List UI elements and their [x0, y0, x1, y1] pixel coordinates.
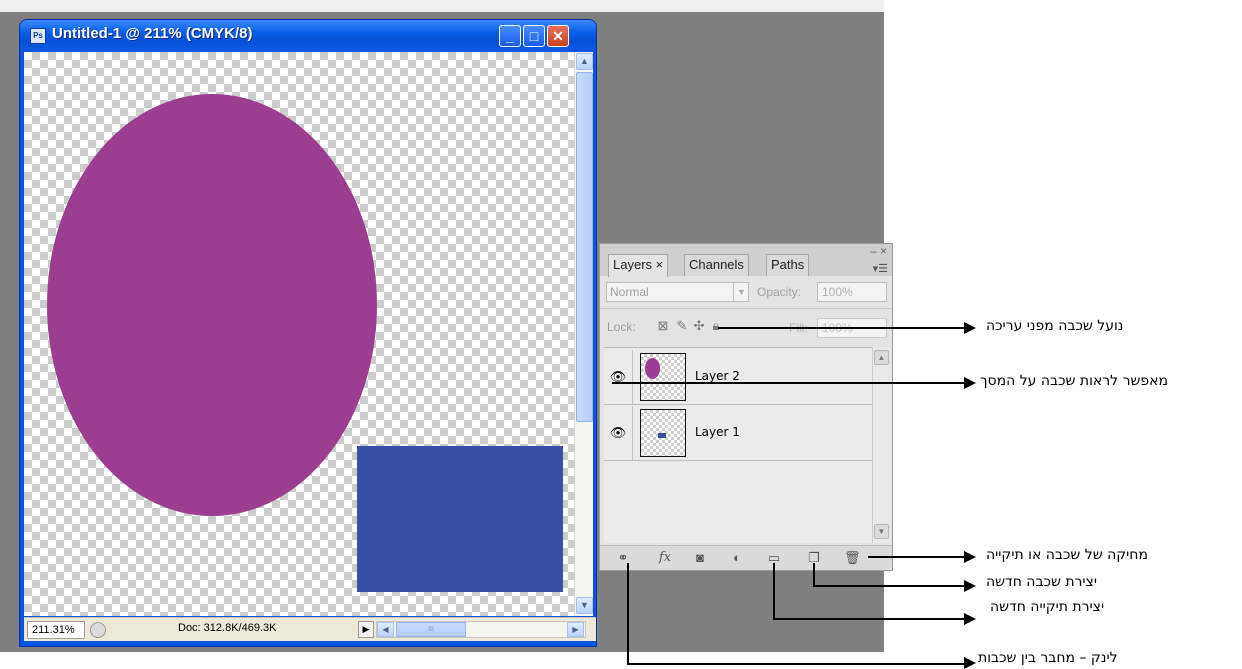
tab-paths[interactable]: Paths	[766, 254, 810, 276]
lock-transparency-icon[interactable]: ⊠	[655, 318, 671, 334]
doc-size-info: Doc: 312.8K/469.3K	[178, 622, 277, 634]
link-layers-icon[interactable]: ⚭	[612, 550, 634, 566]
tab-layers[interactable]: Layers ×	[608, 254, 669, 277]
screenshot-stage: Ps Untitled-1 @ 211% (CMYK/8) _ □ ✕ ▲ ▼ …	[0, 0, 1242, 669]
opacity-label: Opacity:	[757, 285, 802, 299]
vertical-scrollbar[interactable]: ▲ ▼	[574, 52, 593, 616]
layer-name[interactable]: Layer 2	[695, 369, 740, 383]
status-menu-arrow-icon[interactable]: ▶	[358, 621, 374, 638]
tab-channels[interactable]: Channels	[684, 254, 749, 276]
callout-new-layer: יצירת שכבה חדשה	[986, 574, 1097, 590]
callout-delete: מחיקה של שכבה או תיקייה	[986, 547, 1148, 563]
panel-divider	[600, 308, 892, 309]
trash-icon[interactable]: 🗑︎	[844, 550, 861, 566]
layers-scroll-down-icon[interactable]: ▼	[874, 524, 889, 539]
callout-line-new-folder-v	[773, 563, 775, 619]
adjustment-layer-icon[interactable]: ◐	[728, 550, 746, 566]
thumbnail-ellipse	[645, 358, 660, 379]
layers-scrollbar[interactable]: ▲ ▼	[872, 347, 890, 543]
top-strip	[0, 0, 884, 12]
layers-scroll-up-icon[interactable]: ▲	[874, 350, 889, 365]
close-button[interactable]: ✕	[547, 25, 569, 47]
layer-2-thumbnail	[640, 353, 686, 401]
purple-ellipse-shape	[47, 94, 377, 516]
document-canvas[interactable]	[24, 52, 574, 616]
callout-line-new-layer	[813, 585, 966, 587]
arrow-head-icon	[964, 377, 976, 389]
callout-new-folder: יצירת תיקייה חדשה	[990, 599, 1105, 615]
callout-lock: נועל שכבה מפני עריכה	[986, 318, 1124, 334]
scroll-down-icon[interactable]: ▼	[576, 597, 593, 614]
vertical-scroll-thumb[interactable]	[576, 72, 593, 422]
callout-line-new-layer-v	[813, 563, 815, 586]
lock-label: Lock:	[607, 320, 636, 334]
panel-menu-icon[interactable]: ▾☰	[873, 262, 888, 275]
blue-rectangle-shape	[357, 446, 563, 592]
arrow-head-icon	[964, 580, 976, 592]
blend-mode-dropdown-icon[interactable]: ▼	[733, 283, 749, 301]
callout-line-delete	[868, 556, 966, 558]
lock-brush-icon[interactable]: ✎	[674, 318, 690, 334]
row-separator	[632, 406, 633, 460]
scroll-up-icon[interactable]: ▲	[576, 53, 593, 70]
horizontal-scroll-thumb[interactable]: III	[396, 622, 466, 637]
layer-name[interactable]: Layer 1	[695, 425, 740, 439]
arrow-head-icon	[964, 551, 976, 563]
callout-link: לינק – מחבר בין שכבות	[978, 650, 1118, 666]
maximize-button[interactable]: □	[523, 25, 545, 47]
layer-row-layer-1[interactable]: 👁︎ Layer 1	[604, 406, 872, 461]
callout-line-new-folder	[773, 618, 966, 620]
add-mask-icon[interactable]: ◙	[692, 550, 708, 566]
layer-row-layer-2[interactable]: 👁︎ Layer 2	[604, 350, 872, 405]
panel-tab-bar: Layers × Channels Paths – × ▾☰	[600, 244, 892, 277]
zoom-level-field[interactable]: 211.31%	[27, 621, 85, 639]
eye-visibility-icon[interactable]: 👁︎	[606, 367, 630, 387]
layers-list: 👁︎ Layer 2 👁︎ Layer 1	[604, 347, 872, 543]
layer-1-thumbnail	[640, 409, 686, 457]
layer-style-fx-icon[interactable]: fx	[654, 550, 676, 566]
document-titlebar[interactable]: Ps Untitled-1 @ 211% (CMYK/8) _ □ ✕	[20, 20, 596, 50]
photoshop-doc-icon: Ps	[30, 28, 46, 44]
callout-line-visibility	[612, 382, 966, 384]
callout-line-link	[627, 663, 966, 665]
scroll-right-icon[interactable]: ▶	[567, 622, 584, 637]
callout-line-lock	[718, 327, 966, 329]
document-title: Untitled-1 @ 211% (CMYK/8)	[52, 25, 253, 42]
horizontal-scrollbar[interactable]: ◀ III ▶	[376, 621, 586, 638]
scroll-left-icon[interactable]: ◀	[377, 622, 394, 637]
callout-visibility: מאפשר לראות שכבה על המסך	[980, 373, 1169, 389]
arrow-head-icon	[964, 657, 976, 669]
panel-minimize-close-icon[interactable]: – ×	[870, 244, 887, 258]
arrow-head-icon	[964, 613, 976, 625]
thumbnail-rectangle	[658, 433, 666, 438]
callout-line-link-v	[627, 563, 629, 664]
document-window: Ps Untitled-1 @ 211% (CMYK/8) _ □ ✕ ▲ ▼ …	[19, 19, 597, 647]
row-separator	[632, 350, 633, 404]
minimize-button[interactable]: _	[499, 25, 521, 47]
layers-panel: Layers × Channels Paths – × ▾☰ Normal ▼ …	[599, 243, 893, 571]
arrow-head-icon	[964, 322, 976, 334]
lock-move-icon[interactable]: ✣	[691, 318, 707, 334]
opacity-field[interactable]: 100%	[817, 282, 887, 302]
layers-bottom-toolbar: ⚭ fx ◙ ◐ ▭ ❐ 🗑︎	[600, 545, 892, 570]
eye-visibility-icon[interactable]: 👁︎	[606, 423, 630, 443]
document-statusbar: 211.31% Doc: 312.8K/469.3K ▶ ◀ III ▶	[24, 617, 596, 641]
lock-all-icon[interactable]: 🔒︎	[708, 318, 724, 334]
status-options-icon[interactable]	[90, 622, 106, 638]
blend-mode-select[interactable]: Normal	[606, 282, 749, 302]
